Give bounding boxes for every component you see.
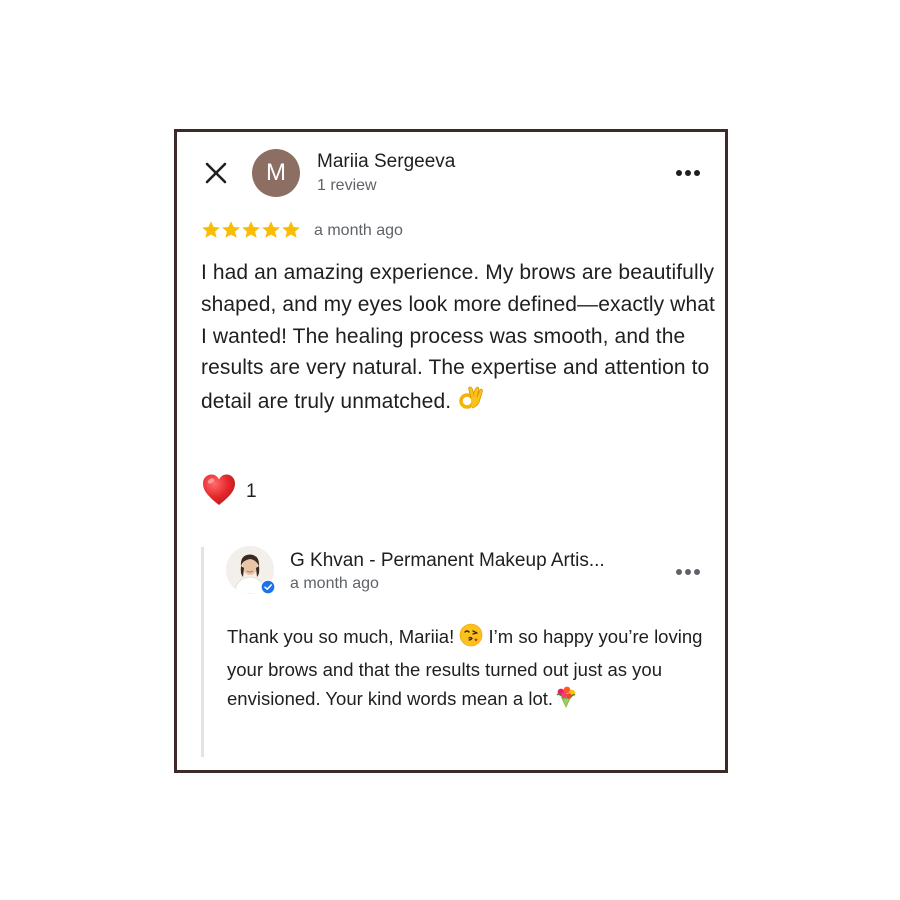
like-count: 1 <box>246 481 257 502</box>
ok-hand-icon <box>457 384 485 422</box>
owner-avatar[interactable] <box>226 546 276 595</box>
star-rating <box>201 220 301 240</box>
red-heart-icon <box>203 474 235 505</box>
review-card: M Mariia Sergeeva 1 review a month ago I… <box>174 129 728 773</box>
owner-name[interactable]: G Khvan - Permanent Makeup Artis... <box>290 550 646 572</box>
review-more-options-button[interactable] <box>676 163 700 183</box>
reviewer-avatar[interactable]: M <box>252 149 300 197</box>
star-icon <box>202 221 220 238</box>
more-options-icon-dot <box>685 170 691 176</box>
reply-text-part1: Thank you so much, Mariia! <box>227 626 455 647</box>
star-icon <box>282 221 300 238</box>
verified-badge-icon <box>260 579 276 595</box>
more-options-icon-dot <box>694 170 700 176</box>
reply-text: Thank you so much, Mariia! I’m so happy … <box>227 622 707 717</box>
star-icon <box>262 221 280 238</box>
reply-date: a month ago <box>290 575 379 592</box>
more-options-icon <box>676 569 682 575</box>
reply-divider <box>201 547 204 757</box>
more-options-icon <box>676 170 682 176</box>
review-date: a month ago <box>314 222 403 239</box>
kissing-face-icon <box>459 623 483 655</box>
review-text: I had an amazing experience. My brows ar… <box>201 257 716 422</box>
reply-more-options-button[interactable] <box>676 562 700 582</box>
star-icon <box>242 221 260 238</box>
like-button[interactable] <box>201 472 237 508</box>
more-options-icon-dot <box>694 569 700 575</box>
close-icon <box>205 162 227 184</box>
star-icon <box>222 221 240 238</box>
close-button[interactable] <box>203 160 229 186</box>
reviewer-review-count: 1 review <box>317 177 377 194</box>
bouquet-icon <box>553 685 579 717</box>
more-options-icon-dot <box>685 569 691 575</box>
reviewer-name[interactable]: Mariia Sergeeva <box>317 151 455 173</box>
